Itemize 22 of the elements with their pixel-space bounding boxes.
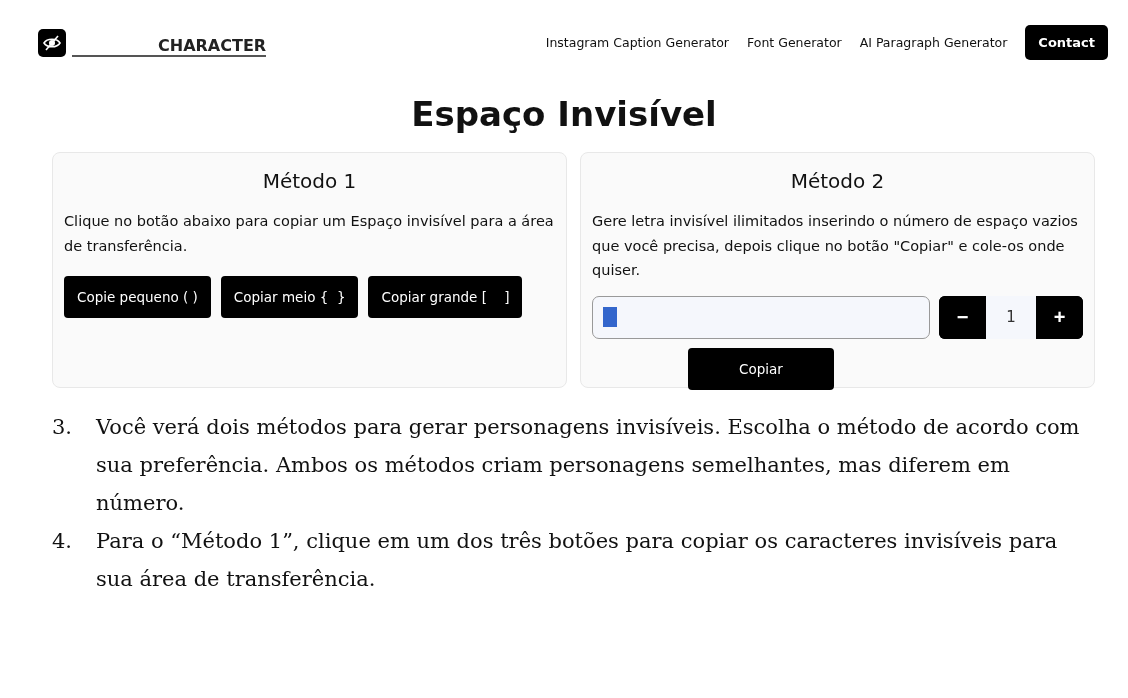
copy-button[interactable]: Copiar grande [ ] [368,276,523,318]
contact-button[interactable]: Contact [1025,25,1108,60]
number-field[interactable]: 1 [986,295,1036,339]
list-number: 4. [52,528,74,555]
list-item-text: Para o “Método 1”, clique em um dos três botões para copiar os caracteres invisíveis para sua área de transferência. [96,528,1059,593]
nav-link[interactable]: Font Generator [747,35,842,50]
card-description: Gere letra invisível ilimitados inserindo o número de espaço vazios que você precisa, depois clique no botão "Copiar" e cole-os onde quiser. [592,212,1079,280]
logo-link[interactable]: CHARACTER [72,36,267,57]
card-description: Clique no botão abaixo para copiar um Espaço invisível para a área de transferência. [64,212,555,256]
input-field[interactable] [592,295,930,339]
text-selection [603,306,617,327]
nav-link[interactable]: Instagram Caption Generator [545,35,729,50]
copy-button[interactable]: Copiar meio { } [220,276,359,318]
copy-button[interactable]: Copie pequeno ( ) [64,276,211,318]
list-item-text: Você verá dois métodos para gerar personagens invisíveis. Escolha o método de acordo com sua preferência. Ambos os métodos criam personagens semelhantes, mas diferem em número. [96,414,1081,517]
eye-slash-icon[interactable] [38,28,66,57]
list-number: 3. [52,414,74,441]
card-heading: Método 1 [261,169,358,193]
copy-button[interactable]: Copiar [688,347,834,390]
page-title: Espaço Invisível [410,94,718,134]
nav-link[interactable]: AI Paragraph Generator [859,35,1008,50]
card-heading: Método 2 [789,169,886,193]
